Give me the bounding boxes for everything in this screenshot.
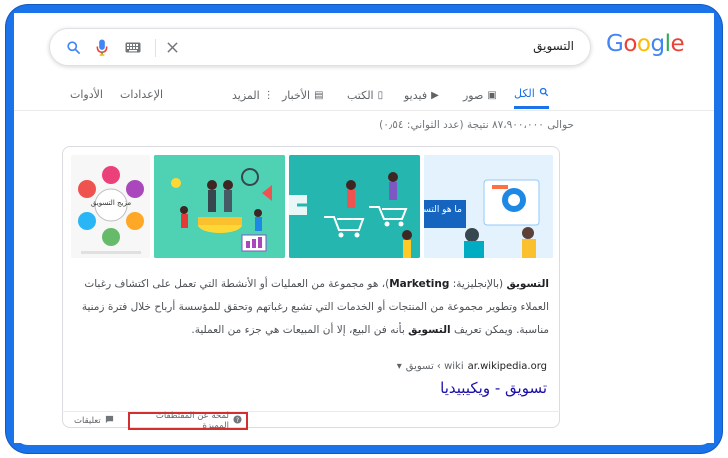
news-icon: ▤ [314,89,324,101]
mic-icon[interactable] [93,38,111,56]
video-icon: ▶ [431,89,439,101]
google-logo[interactable]: Google [606,31,685,57]
snippet-text-part: بأنه فن البيع، إلا أن المبيعات هي جزء من… [191,324,409,336]
search-input[interactable]: التسويق [533,39,574,53]
search-bar[interactable]: التسويق [49,28,591,66]
source-domain: ar.wikipedia.org [467,361,547,372]
image-icon: ▣ [487,89,497,101]
tab-images[interactable]: ▣ صور [463,81,497,109]
result-title-link[interactable]: تسويق - ويكيبيديا [440,379,547,397]
snippet-text-part: )، هو مجموعة من العمليات أو الأنشطة التي… [84,278,390,290]
snippet-text-part: مناسبة. ويمكن تعريف [450,324,549,336]
search-divider [155,39,156,57]
about-featured-snippets[interactable]: ? لمحة عن المقتطفات المميزة [128,411,248,431]
logo-letter: o [623,31,637,57]
snippet-text-part: (بالإنجليزية: [449,278,507,290]
book-icon: ▯ [377,89,384,101]
snippet-image[interactable] [154,155,286,258]
tabs-divider [14,110,714,111]
snippet-bold: التسويق [408,324,451,336]
logo-letter: e [670,31,685,57]
help-icon: ? [233,415,242,427]
more-vert-icon: ⋮ [263,89,274,101]
search-icon [539,87,549,100]
clear-icon[interactable] [163,38,181,56]
keyboard-icon[interactable] [124,38,142,56]
result-source[interactable]: ar.wikipedia.org wiki › تسويق ▾ [397,361,547,372]
tools-link[interactable]: الأدوات [70,88,103,101]
logo-letter: g [650,31,665,57]
tab-videos[interactable]: ▶ فيديو [404,81,439,109]
tab-more[interactable]: ⋮ المزيد [232,81,274,109]
image-caption: ما هو التسويق [424,205,462,215]
svg-text:?: ? [236,417,239,424]
result-stats: حوالى ٨٧،٩٠٠،٠٠٠ نتيجة (عدد الثواني: ٠٫٥… [379,119,574,131]
tab-books[interactable]: ▯ الكتب [347,81,383,109]
tab-all[interactable]: الكل [514,81,549,109]
search-tabs: الكل ▣ صور ▶ فيديو ▯ الكتب ▤ الأخبار ⋮ ا… [14,81,714,109]
dropdown-arrow-icon[interactable]: ▾ [397,361,402,372]
snippet-text: التسويق (بالإنجليزية: Marketing)، هو مجم… [75,273,549,342]
feedback-icon [105,415,114,427]
screen: Google التسويق الكل ▣ صور ▶ فيديو ▯ الكت… [14,13,714,443]
image-caption: مزيج التسويق [91,199,131,207]
snippet-image[interactable] [289,155,421,258]
search-icon[interactable] [64,38,82,56]
snippet-bold: Marketing [389,278,450,290]
feedback-link[interactable]: تعليقات [74,415,114,427]
snippet-images: ما هو التسويق [70,155,553,258]
snippet-text-part: العملاء وتطوير مجموعة من المنتجات أو الخ… [81,301,549,313]
snippet-image[interactable]: ما هو التسويق [424,155,553,258]
source-path: wiki › تسويق [405,361,464,372]
featured-snippet-card: ما هو التسويق [62,146,560,428]
logo-letter: o [636,31,651,57]
tab-news[interactable]: ▤ الأخبار [282,81,324,109]
logo-letter: G [606,31,624,57]
settings-link[interactable]: الإعدادات [120,88,163,101]
snippet-bold: التسويق [506,278,549,290]
snippet-image[interactable]: مزيج التسويق [70,155,151,258]
